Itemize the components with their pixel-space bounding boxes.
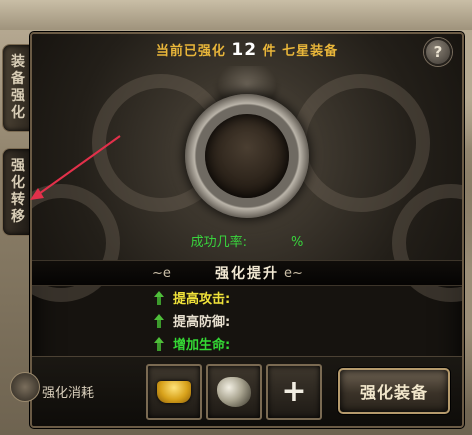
boost-list: 提高攻击: 提高防御: 增加生命: <box>154 286 230 355</box>
boost-item-health: 增加生命: <box>154 332 230 355</box>
up-arrow-icon <box>154 336 164 351</box>
gold-ingot-slot[interactable] <box>146 364 202 420</box>
boost-label-defense: 提高防御: <box>173 315 231 330</box>
tab-char: 移 <box>11 209 25 225</box>
tab-char: 强 <box>11 158 25 174</box>
success-rate-value: % <box>291 235 304 250</box>
tab-char: 转 <box>11 192 25 208</box>
title-prefix: 当前已强化 <box>155 44 226 59</box>
success-rate: 成功几率:% <box>32 231 462 250</box>
background-strip <box>0 0 472 30</box>
enhance-panel: 当前已强化 12 件 七星装备 ? 成功几率:% ~e 强化提升 e~ 提高攻击… <box>30 32 464 428</box>
help-button[interactable]: ? <box>424 38 452 66</box>
boost-item-attack: 提高攻击: <box>154 286 230 309</box>
tab-char: 化 <box>11 175 25 191</box>
boost-title: 强化提升 <box>215 266 279 282</box>
add-material-slot[interactable]: + <box>266 364 322 420</box>
enhanced-count-title: 当前已强化 12 件 七星装备 <box>32 40 462 60</box>
title-suffix: 件 七星装备 <box>262 44 339 59</box>
success-rate-label: 成功几率: <box>190 235 248 250</box>
tab-char: 装 <box>11 54 25 70</box>
boost-label-attack: 提高攻击: <box>173 292 231 307</box>
cost-emblem-icon <box>10 372 40 402</box>
tab-enhance-transfer[interactable]: 强 化 转 移 <box>2 148 33 236</box>
boost-label-health: 增加生命: <box>173 338 231 353</box>
enhanced-count: 12 <box>231 40 258 60</box>
dragon-coil-right <box>292 74 430 212</box>
plus-icon: + <box>281 374 307 409</box>
equipment-slot[interactable] <box>205 114 289 198</box>
up-arrow-icon <box>154 290 164 305</box>
boost-item-defense: 提高防御: <box>154 309 230 332</box>
enhance-equipment-button[interactable]: 强化装备 <box>338 368 450 414</box>
tab-char: 化 <box>11 105 25 121</box>
gold-ingot-icon <box>157 381 191 403</box>
ore-icon <box>217 377 251 407</box>
cost-label: 强化消耗 <box>42 386 95 401</box>
right-flourish-icon: e~ <box>284 266 303 281</box>
tab-char: 强 <box>11 88 25 104</box>
ore-slot[interactable] <box>206 364 262 420</box>
up-arrow-icon <box>154 313 164 328</box>
tab-char: 备 <box>11 71 25 87</box>
tab-equipment-enhance[interactable]: 装 备 强 化 <box>2 44 33 132</box>
